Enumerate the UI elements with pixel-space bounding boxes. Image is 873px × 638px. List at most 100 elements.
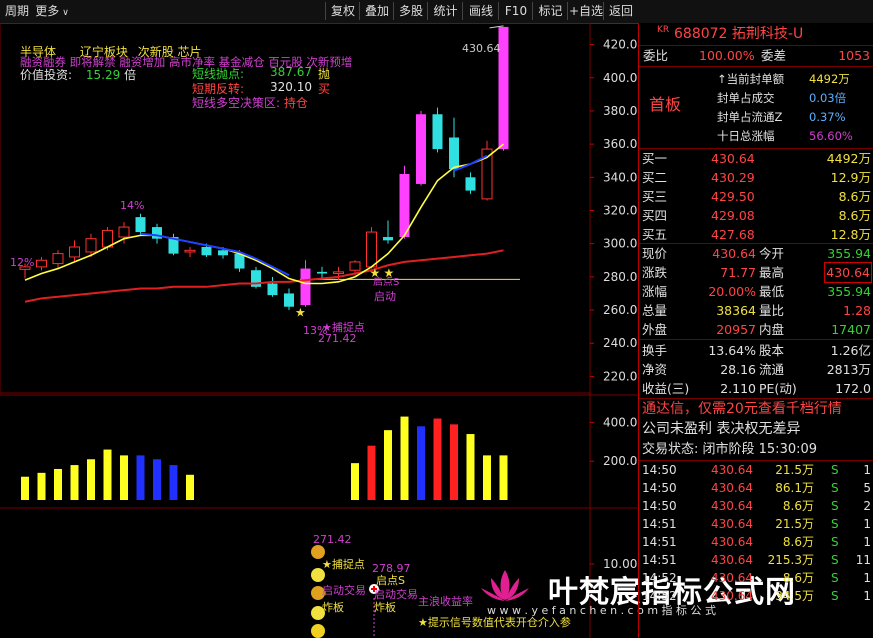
stock-header: KR 688072 拓荆科技-U [639, 23, 873, 45]
toolbar-button[interactable]: 标记 [532, 2, 568, 20]
quote-label: 量比 [759, 303, 785, 318]
volume-bar [186, 474, 194, 500]
y-tick-label: 300.0 [603, 237, 637, 251]
toolbar-button[interactable]: F10 [498, 2, 533, 20]
candle-body [465, 177, 476, 191]
bid-row[interactable]: 买一 430.64 4492万 [639, 149, 873, 168]
tick-volume: 86.1万 [775, 481, 814, 495]
tick-side: S [831, 499, 839, 513]
ma-line-blue [140, 232, 290, 277]
signal-1-val: 387.67 [270, 65, 312, 79]
tick-count: 2 [863, 499, 871, 513]
toolbar-button[interactable]: 统计 [427, 2, 463, 20]
tick-count: 1 [863, 463, 871, 477]
y-tick-label: 420.0 [603, 38, 637, 52]
finance-label: PE(动) [759, 381, 797, 396]
quote-label: 外盘 [642, 322, 668, 337]
tick-count: 1 [863, 517, 871, 531]
y-tick-label: 280.0 [603, 270, 637, 284]
notice-text: 公司未盈利 表决权无差异 [642, 421, 801, 437]
ind-boom-2: 炸板 [374, 601, 396, 614]
chart-area[interactable]: 220.0 240.0 260.0 280.0 300.0 320.0 340.0 360.0… [0, 23, 795, 638]
signal-1-label: 短线抛点: [192, 67, 245, 81]
tick-count: 1 [863, 571, 871, 585]
seal-value: 0.37% [809, 110, 846, 124]
promo-row[interactable]: 通达信，仅需20元查看千档行情 [639, 400, 873, 419]
market-tag: KR [657, 25, 670, 35]
bid-row[interactable]: 买五 427.68 12.8万 [639, 225, 873, 244]
bid-label: 买二 [642, 170, 668, 185]
quote-row: 涨跌 71.77 最高 430.64 [639, 262, 873, 283]
finance-label: 流通 [759, 362, 785, 377]
toolbar-button[interactable]: +自选 [567, 2, 604, 20]
toolbar-button[interactable]: 叠加 [359, 2, 394, 20]
volume-bar [70, 465, 79, 500]
finance-row: 换手 13.64% 股本 1.26亿 [639, 341, 873, 360]
tick-side: S [831, 481, 839, 495]
candle-body [135, 217, 146, 233]
tick-time: 14:52 [642, 571, 677, 585]
tick-price: 430.64 [711, 463, 753, 477]
candle-body [201, 246, 212, 256]
tick-price: 430.64 [711, 553, 753, 567]
tick-row: 14:52 430.64 34.5万 S 1 [639, 587, 873, 605]
volume-bar [103, 449, 112, 500]
quote-value: 430.64 [824, 262, 872, 283]
period-button[interactable]: 周期 [2, 3, 32, 20]
value-unit: 倍 [124, 68, 137, 82]
volume-bar [169, 465, 178, 500]
vol-y-tick-label: 400.0 [603, 415, 637, 429]
finance-label: 收益(三) [642, 381, 690, 396]
candle-body [85, 238, 97, 253]
toolbar-button[interactable]: 复权 [325, 2, 360, 20]
quote-label: 现价 [642, 246, 668, 261]
promo-text[interactable]: 通达信，仅需20元查看千档行情 [642, 400, 842, 419]
volume-bar [351, 463, 359, 500]
more-label: 更多 [35, 4, 60, 18]
more-button[interactable]: 更多 ∨ [32, 3, 72, 20]
tick-time: 14:50 [642, 499, 677, 513]
divider [639, 398, 873, 399]
value-num: 15.29 [85, 68, 121, 82]
finance-value: 2813万 [826, 362, 871, 377]
y-tick-label: 240.0 [603, 336, 637, 350]
volume-bar [433, 418, 442, 500]
bid-label: 买四 [642, 208, 668, 223]
toolbar-button[interactable]: 画线 [462, 2, 499, 20]
quote-value: 1.28 [843, 303, 871, 318]
tick-side: S [831, 517, 839, 531]
candle-body [118, 226, 130, 238]
vol-y-tick-label: 200.0 [603, 454, 637, 468]
bid-row[interactable]: 买二 430.29 12.9万 [639, 168, 873, 187]
candle-body [267, 283, 278, 296]
launch-s-label: 启点S [373, 277, 400, 288]
tick-price: 430.64 [711, 499, 753, 513]
seal-value: 4492万 [809, 72, 850, 86]
toolbar-button[interactable]: 返回 [603, 2, 638, 20]
ma-line-red [24, 249, 504, 303]
volume-bar [87, 459, 95, 500]
tick-row: 14:50 430.64 8.6万 S 2 [639, 497, 873, 515]
volume-bar [384, 430, 392, 500]
seal-label: 封单占流通Z [717, 110, 783, 124]
candle-body [349, 261, 361, 271]
volume-bar [120, 455, 128, 500]
divider [639, 339, 873, 340]
tick-volume: 34.5万 [775, 589, 814, 603]
stock-code-name: 688072 拓荆科技-U [674, 26, 804, 42]
tick-count: 5 [863, 481, 871, 495]
volume-bar [483, 455, 491, 500]
quote-row: 涨幅 20.00% 最低 355.94 [639, 282, 873, 301]
candle-body [383, 237, 393, 241]
candle-body [52, 253, 64, 265]
bid-row[interactable]: 买四 429.08 8.6万 [639, 206, 873, 225]
toolbar-button[interactable]: 多股 [393, 2, 428, 20]
candle-body [449, 137, 459, 170]
signal-2-val: 320.10 [270, 80, 312, 94]
finance-label: 换手 [642, 343, 668, 358]
bid-label: 买一 [642, 151, 668, 166]
seal-row: 封单占成交 0.03倍 [639, 89, 873, 108]
bid-row[interactable]: 买三 429.50 8.6万 [639, 187, 873, 206]
candle-body [317, 271, 327, 274]
seal-value: 0.03倍 [809, 91, 847, 105]
